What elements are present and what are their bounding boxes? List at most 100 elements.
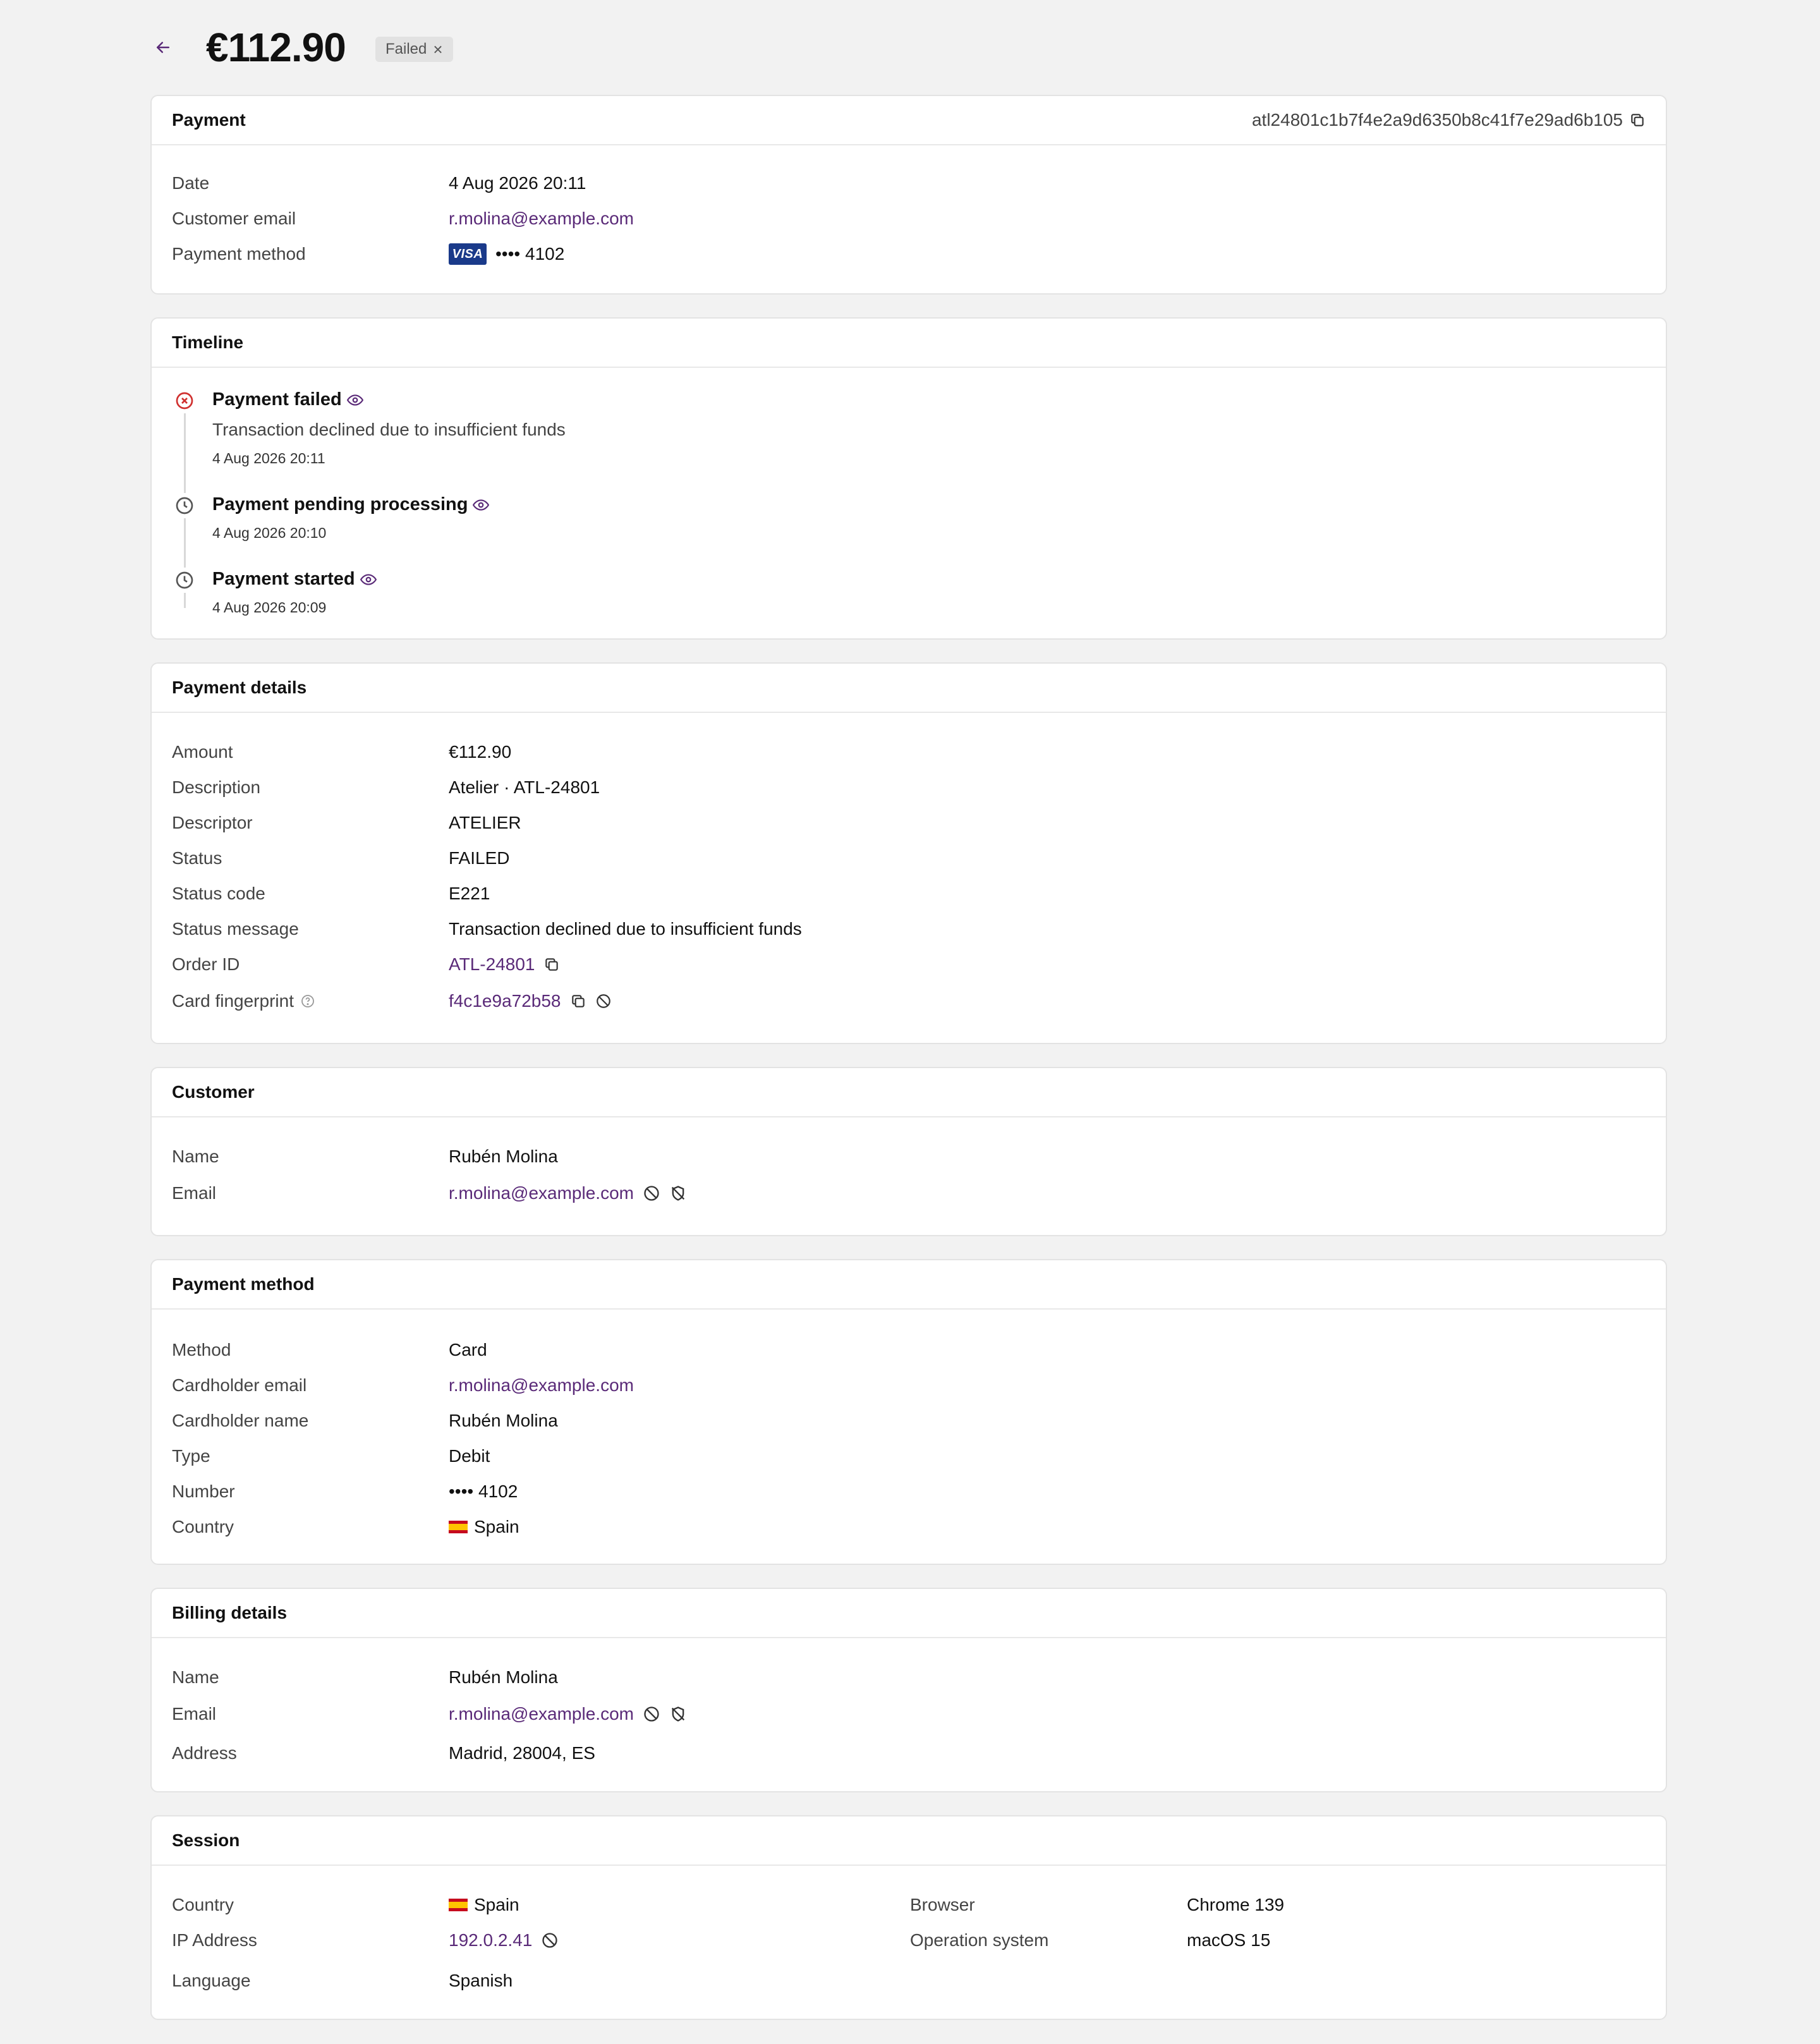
type-value: Debit: [449, 1446, 490, 1466]
date-row: Date 4 Aug 2026 20:11: [172, 171, 586, 196]
descriptor-row: Descriptor ATELIER: [172, 810, 521, 836]
language-value: Spanish: [449, 1971, 513, 1990]
row-label: Browser: [910, 1895, 975, 1914]
cardholder-email-row: Cardholder email r.molina@example.com: [172, 1373, 634, 1398]
back-button[interactable]: [150, 32, 176, 63]
timeline-event-title: Payment pending processing: [212, 494, 490, 515]
block-icon[interactable]: [643, 1184, 660, 1202]
row-label: Customer email: [172, 209, 296, 228]
billing-address-value: Madrid, 28004, ES: [449, 1743, 595, 1763]
cardholder-name-row: Cardholder name Rubén Molina: [172, 1408, 558, 1433]
row-label: Number: [172, 1481, 235, 1501]
row-label: Status: [172, 848, 222, 868]
page-title: €112.90: [206, 25, 346, 70]
billing-name-row: Name Rubén Molina: [172, 1665, 558, 1690]
method-value: Card: [449, 1340, 487, 1360]
row-label: Amount: [172, 742, 233, 762]
timeline-event-description: Transaction declined due to insufficient…: [212, 420, 566, 439]
number-value: •••• 4102: [449, 1481, 518, 1501]
ip-address-row: IP Address 192.0.2.41: [172, 1928, 559, 1953]
timeline-connector: [184, 593, 186, 608]
row-label: Type: [172, 1446, 210, 1466]
row-label: Cardholder email: [172, 1375, 307, 1395]
row-label: Operation system: [910, 1930, 1049, 1950]
row-label: Address: [172, 1743, 237, 1763]
payment-card: Payment atl24801c1b7f4e2a9d6350b8c41f7e2…: [150, 95, 1667, 295]
status-badge[interactable]: Failed ×: [375, 37, 453, 62]
customer-email-value: r.molina@example.com: [449, 1183, 687, 1203]
spain-flag-icon: [449, 1899, 468, 1911]
block-icon[interactable]: [595, 993, 612, 1009]
ip-address-link[interactable]: 192.0.2.41: [449, 1930, 532, 1950]
customer-email-link[interactable]: r.molina@example.com: [449, 209, 634, 229]
copy-icon[interactable]: [570, 993, 586, 1009]
row-label: IP Address: [172, 1930, 257, 1950]
payment-method-header: Payment method: [152, 1260, 1666, 1310]
visa-icon: VISA: [449, 243, 487, 265]
card-fingerprint-link[interactable]: f4c1e9a72b58: [449, 991, 561, 1011]
row-label: Name: [172, 1147, 219, 1166]
eye-icon[interactable]: [473, 497, 490, 513]
timeline-event-time: 4 Aug 2026 20:11: [212, 450, 325, 466]
description-value: Atelier · ATL-24801: [449, 777, 600, 797]
payment-details-card: Payment details Amount €112.90 Descripti…: [150, 662, 1667, 1044]
country-name: Spain: [474, 1517, 519, 1536]
descriptor-value: ATELIER: [449, 813, 521, 832]
row-label: Payment method: [172, 244, 306, 264]
status-badge-label: Failed: [385, 40, 427, 58]
copy-icon[interactable]: [1629, 112, 1646, 128]
customer-email-row: Customer email r.molina@example.com: [172, 206, 634, 231]
card-title: Payment details: [172, 678, 307, 697]
x-circle-icon: [172, 388, 197, 413]
customer-card-header: Customer: [152, 1068, 1666, 1117]
billing-email-row: Email r.molina@example.com: [172, 1701, 687, 1727]
payment-method-value: VISA •••• 4102: [449, 243, 564, 265]
eye-icon[interactable]: [346, 392, 363, 408]
payment-method-card: Payment method Method Card Cardholder em…: [150, 1259, 1667, 1565]
row-label: Card fingerprint: [172, 991, 449, 1011]
status-code-row: Status code E221: [172, 881, 490, 906]
page-header: €112.90 Failed ×: [150, 0, 1670, 95]
row-label: Date: [172, 173, 210, 193]
copy-icon[interactable]: [543, 956, 560, 973]
timeline-event-title-text: Payment failed: [212, 389, 342, 410]
date-value: 4 Aug 2026 20:11: [449, 173, 586, 193]
customer-name-row: Name Rubén Molina: [172, 1144, 558, 1169]
cardholder-email-link[interactable]: r.molina@example.com: [449, 1375, 634, 1396]
shield-off-icon[interactable]: [669, 1705, 687, 1723]
row-label: Status message: [172, 919, 299, 939]
operating-system-row: Operation system macOS 15: [910, 1928, 1270, 1953]
card-number: •••• 4102: [495, 244, 565, 264]
close-icon[interactable]: ×: [433, 41, 442, 58]
billing-email-value: r.molina@example.com: [449, 1704, 687, 1724]
eye-icon[interactable]: [360, 571, 377, 588]
help-icon[interactable]: [300, 994, 315, 1009]
operating-system-value: macOS 15: [1187, 1930, 1271, 1950]
row-label: Status code: [172, 884, 265, 903]
billing-name-value: Rubén Molina: [449, 1667, 558, 1687]
block-icon[interactable]: [643, 1705, 660, 1723]
row-label: Description: [172, 777, 261, 797]
amount-value: €112.90: [449, 742, 512, 762]
timeline-event-title: Payment failed: [212, 389, 363, 410]
ip-address-value: 192.0.2.41: [449, 1930, 559, 1950]
row-label: Cardholder name: [172, 1411, 309, 1430]
card-title: Customer: [172, 1082, 255, 1102]
billing-email-link[interactable]: r.molina@example.com: [449, 1704, 634, 1724]
timeline-event-time: 4 Aug 2026 20:09: [212, 599, 327, 616]
order-id-link[interactable]: ATL-24801: [449, 954, 535, 975]
customer-email-link[interactable]: r.molina@example.com: [449, 1183, 634, 1203]
description-row: Description Atelier · ATL-24801: [172, 775, 600, 800]
card-fingerprint-row: Card fingerprint f4c1e9a72b58: [172, 989, 612, 1014]
number-row: Number •••• 4102: [172, 1479, 518, 1504]
payment-id-text: atl24801c1b7f4e2a9d6350b8c41f7e29ad6b105: [1251, 110, 1623, 130]
row-label: Email: [172, 1183, 217, 1203]
amount-row: Amount €112.90: [172, 739, 511, 765]
shield-off-icon[interactable]: [669, 1184, 687, 1202]
status-message-value: Transaction declined due to insufficient…: [449, 919, 802, 939]
payment-method-row: Payment method VISA •••• 4102: [172, 241, 564, 267]
cardholder-name-value: Rubén Molina: [449, 1411, 558, 1430]
session-country-row: Country Spain: [172, 1892, 519, 1918]
block-icon[interactable]: [541, 1931, 559, 1949]
language-row: Language Spanish: [172, 1968, 513, 1993]
